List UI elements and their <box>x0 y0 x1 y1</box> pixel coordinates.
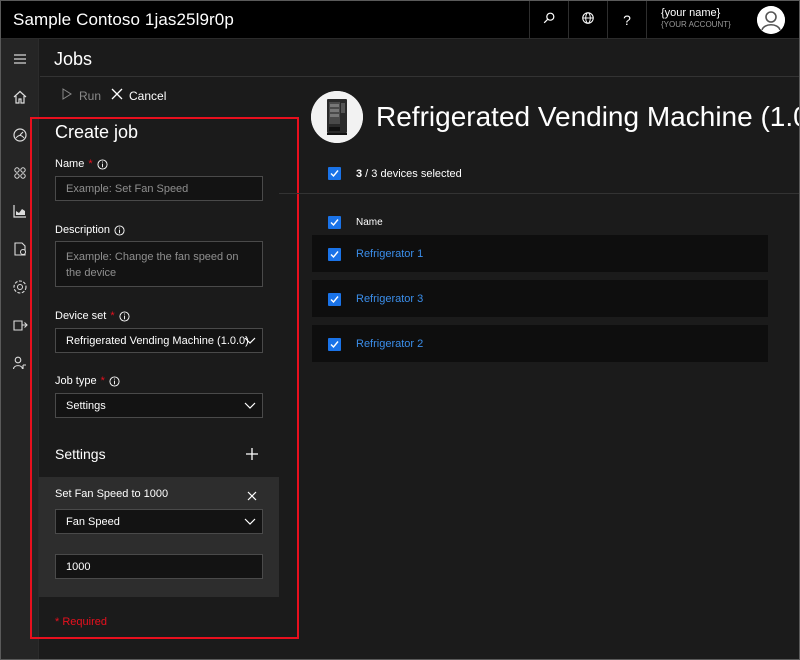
play-icon <box>61 88 73 103</box>
setting-property-value: Fan Speed <box>66 516 120 528</box>
chevron-down-icon <box>244 518 256 525</box>
rules-icon[interactable] <box>12 317 28 333</box>
plus-icon <box>246 448 258 460</box>
name-label-text: Name <box>55 158 85 170</box>
setting-name: Set Fan Speed to 1000 <box>55 488 169 500</box>
chevron-down-icon <box>244 337 256 344</box>
divider <box>279 193 799 194</box>
checkmark-icon <box>330 341 339 349</box>
row-checkbox[interactable] <box>328 338 341 351</box>
name-placeholder: Example: Set Fan Speed <box>66 183 189 195</box>
left-nav <box>1 39 39 659</box>
job-type-select[interactable]: Settings <box>55 393 263 418</box>
add-setting-button[interactable] <box>245 447 259 461</box>
required-marker: * <box>88 158 93 170</box>
description-label-text: Description <box>55 224 111 236</box>
create-job-title: Create job <box>55 122 139 142</box>
info-icon[interactable] <box>119 310 130 322</box>
description-placeholder: Example: Change the fan speed on the dev… <box>66 251 239 279</box>
settings-title: Settings <box>55 446 106 462</box>
search-button[interactable] <box>529 1 568 39</box>
close-icon <box>111 88 123 103</box>
device-image <box>311 91 363 143</box>
device-link[interactable]: Refrigerator 3 <box>356 293 423 305</box>
app-title: Sample Contoso 1jas25l9r0p <box>13 10 234 29</box>
language-button[interactable] <box>568 1 607 39</box>
job-type-label-text: Job type <box>55 375 97 387</box>
page-header: Jobs <box>40 39 799 77</box>
name-input[interactable]: Example: Set Fan Speed <box>55 176 263 201</box>
search-icon <box>542 11 556 30</box>
device-link[interactable]: Refrigerator 1 <box>356 248 423 260</box>
checkmark-icon <box>330 251 339 259</box>
top-divider <box>646 1 647 39</box>
run-label: Run <box>79 88 102 103</box>
checkmark-icon <box>330 296 339 304</box>
select-all-checkbox[interactable] <box>328 167 341 180</box>
help-icon: ? <box>623 12 631 28</box>
setting-value-input[interactable]: 1000 <box>55 554 263 579</box>
user-name: {your name} <box>661 7 721 19</box>
cancel-label: Cancel <box>129 88 167 103</box>
page-title: Jobs <box>54 49 93 69</box>
header-checkbox[interactable] <box>328 216 341 229</box>
user-account: {YOUR ACCOUNT} <box>661 20 731 29</box>
device-link[interactable]: Refrigerator 2 <box>356 338 423 350</box>
setting-value: 1000 <box>66 561 91 573</box>
app-window: Sample Contoso 1jas25l9r0p ? {your name}… <box>0 0 800 660</box>
run-button[interactable]: Run <box>61 88 101 103</box>
vending-machine-icon <box>311 91 363 143</box>
help-button[interactable]: ? <box>607 1 646 39</box>
home-icon[interactable] <box>12 89 28 105</box>
column-header-name: Name <box>356 217 383 228</box>
top-bar: Sample Contoso 1jas25l9r0p ? {your name}… <box>1 1 799 39</box>
required-marker: * <box>110 310 115 322</box>
device-templates-icon[interactable] <box>12 165 28 181</box>
analytics-icon[interactable] <box>12 203 28 219</box>
row-checkbox[interactable] <box>328 248 341 261</box>
avatar-icon <box>757 6 785 34</box>
account-info[interactable]: {your name} {YOUR ACCOUNT} <box>661 7 731 31</box>
users-icon[interactable] <box>12 355 28 371</box>
checkmark-icon <box>330 170 339 178</box>
setting-property-select[interactable]: Fan Speed <box>55 509 263 534</box>
close-icon <box>247 491 257 501</box>
globe-icon <box>581 11 595 30</box>
selected-count-suffix: / 3 devices selected <box>362 168 462 180</box>
row-checkbox[interactable] <box>328 293 341 306</box>
info-icon[interactable] <box>97 158 108 170</box>
jobs-icon[interactable] <box>12 241 28 257</box>
cancel-button[interactable]: Cancel <box>111 88 166 103</box>
selection-count: 3 / 3 devices selected <box>356 168 462 180</box>
avatar[interactable] <box>757 6 785 34</box>
info-icon[interactable] <box>109 375 120 387</box>
job-type-label: Job type * <box>55 375 120 387</box>
device-groups-icon[interactable] <box>12 279 28 295</box>
dashboard-icon[interactable] <box>12 127 28 143</box>
required-note: * Required <box>55 616 107 628</box>
required-marker: * <box>100 375 105 387</box>
device-set-label: Device set * <box>55 310 130 322</box>
job-type-value: Settings <box>66 400 106 412</box>
description-label: Description <box>55 224 125 236</box>
checkmark-icon <box>330 219 339 227</box>
device-set-title: Refrigerated Vending Machine (1.0.0) <box>376 101 799 132</box>
remove-setting-button[interactable] <box>247 488 257 501</box>
device-set-select[interactable]: Refrigerated Vending Machine (1.0.0) <box>55 328 263 353</box>
device-set-label-text: Device set <box>55 310 107 322</box>
info-icon[interactable] <box>114 224 125 236</box>
device-set-value: Refrigerated Vending Machine (1.0.0) <box>66 335 249 347</box>
name-label: Name * <box>55 158 108 170</box>
description-input[interactable]: Example: Change the fan speed on the dev… <box>55 241 263 287</box>
chevron-down-icon <box>244 402 256 409</box>
hamburger-icon[interactable] <box>12 51 28 67</box>
